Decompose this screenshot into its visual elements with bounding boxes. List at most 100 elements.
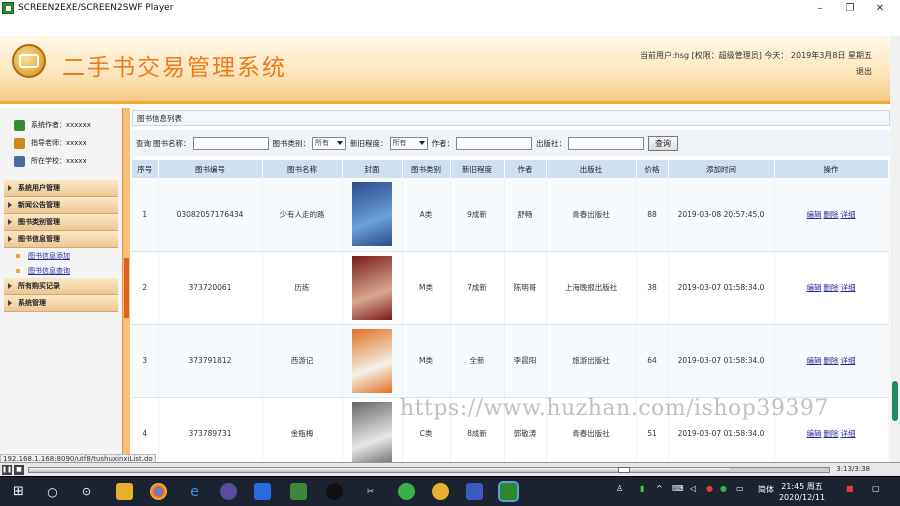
column-header: 图书类别 [402,160,451,178]
school-icon [14,155,25,167]
maximize-button[interactable]: ❐ [836,0,864,16]
author-input[interactable] [456,136,532,150]
keyboard-icon[interactable]: ⌨ [672,484,684,493]
scrollbar-thumb[interactable] [892,381,898,421]
cell-category: A类 [402,178,451,252]
chrome-icon[interactable] [150,483,167,500]
detail-link[interactable]: 详细 [841,429,856,438]
menu-label: 系统管理 [18,299,46,307]
action-center-icon[interactable]: ▢ [872,484,880,493]
editor-icon[interactable] [290,483,307,500]
sidebar-menu-item[interactable]: 所有购买记录 [4,278,118,295]
ide-icon[interactable] [254,483,271,500]
close-button[interactable]: ✕ [866,0,894,16]
delete-link[interactable]: 删除 [824,283,839,292]
book-name-label: 图书名称： [153,138,191,148]
battery-icon[interactable]: ▮ [640,484,644,493]
qq-icon[interactable] [326,483,343,500]
minimize-button[interactable]: – [806,0,834,16]
tools-icon[interactable]: ✂ [362,483,379,500]
sidebar-menu-item[interactable]: 新闻公告管理 [4,197,118,214]
book-cover-image[interactable] [352,401,392,462]
book-cover-image[interactable] [352,255,392,320]
teacher-icon [14,137,25,149]
logo-icon [12,44,46,78]
sidebar-submenu-item[interactable]: 图书信息添加 [4,248,118,263]
publisher-input[interactable] [568,136,644,150]
cell-price: 88 [636,178,669,252]
sidebar-info-label: 所在学校：xxxxx [31,157,87,165]
volume-icon[interactable]: ◁ [690,484,696,493]
file-explorer-icon[interactable] [116,483,133,500]
search-button[interactable]: 查询 [648,135,678,151]
window-titlebar: SCREEN2EXE/SCREEN2SWF Player – ❐ ✕ [0,0,900,16]
vertical-scrollbar[interactable] [890,36,900,462]
cell-name: 少有人走的路 [262,178,343,252]
search-icon[interactable]: ○ [44,483,61,500]
search-form: 查询 图书名称： 图书类别： 所有 新旧程度： 所有 作者： 出版社： 查询 [132,130,890,156]
edit-link[interactable]: 编辑 [807,356,822,365]
frame-splitter[interactable] [122,108,130,462]
category-select[interactable]: 所有 [312,136,346,150]
cell-index: 3 [132,324,159,398]
splitter-toggle[interactable] [124,258,129,318]
player-app-icon[interactable] [498,481,519,502]
sidebar-menu-item[interactable]: 图书类别管理 [4,214,118,231]
media-icon[interactable] [220,483,237,500]
edit-link[interactable]: 编辑 [807,429,822,438]
browser-360-icon[interactable] [398,483,415,500]
chevron-up-icon[interactable]: ^ [656,484,663,493]
delete-link[interactable]: 删除 [824,356,839,365]
cell-actions: 编辑 删除 详细 [774,251,889,325]
chevron-right-icon [8,236,12,242]
notification-badge-icon[interactable]: ■ [846,484,854,493]
people-icon[interactable]: ♙ [616,484,623,493]
edge-icon[interactable]: e [186,483,203,500]
chevron-down-icon [337,141,343,145]
cell-category: M类 [402,324,451,398]
system-clock[interactable]: 21:45 周五 2020/12/11 [770,481,834,503]
edit-link[interactable]: 编辑 [807,283,822,292]
cell-publisher: 上海晚报出版社 [546,251,637,325]
delete-link[interactable]: 删除 [824,429,839,438]
chevron-right-icon [8,283,12,289]
sidebar-menu-item[interactable]: 系统用户管理 [4,180,118,197]
seek-handle[interactable] [617,467,630,473]
edit-link[interactable]: 编辑 [807,210,822,219]
bird-icon[interactable] [432,483,449,500]
cover-cell [342,397,403,462]
column-header: 添加时间 [668,160,775,178]
book-name-input[interactable] [192,136,269,150]
security-icon[interactable]: ● [706,484,713,493]
detail-link[interactable]: 详细 [841,283,856,292]
condition-select-value: 所有 [392,139,407,147]
book-cover-image[interactable] [352,182,392,247]
logout-link[interactable]: 退出 [856,66,872,77]
condition-label: 新旧程度： [350,138,388,148]
cell-price: 38 [636,251,669,325]
sidebar-menu-item[interactable]: 图书信息管理 [4,231,118,248]
task-view-icon[interactable]: ⊙ [78,483,95,500]
condition-select[interactable]: 所有 [389,136,428,150]
cell-index: 2 [132,251,159,325]
app-s-icon[interactable] [466,483,483,500]
chevron-right-icon [8,300,12,306]
pause-icon[interactable]: ❚❚ [2,464,12,475]
book-cover-image[interactable] [352,328,392,393]
sidebar-submenu-item[interactable]: 图书信息查询 [4,263,118,278]
stop-icon[interactable]: ■ [14,464,24,475]
cell-name: 西游记 [262,324,343,398]
cell-index: 1 [132,178,159,252]
windows-start-icon[interactable]: ⊞ [10,483,27,500]
cell-condition: 7成新 [450,251,505,325]
delete-link[interactable]: 删除 [824,210,839,219]
tray-app-icon[interactable]: ● [720,484,727,493]
detail-link[interactable]: 详细 [841,210,856,219]
sidebar-menu-item[interactable]: 系统管理 [4,295,118,312]
seek-bar[interactable] [28,467,830,473]
column-header: 操作 [774,160,889,178]
app-icon [2,2,14,14]
network-icon[interactable]: ▭ [736,484,744,493]
table-row: 2 373720061 历练 M类 7成新 陈明哥 上海晚报出版社 38 2019-03-07 … [132,251,889,325]
detail-link[interactable]: 详细 [841,356,856,365]
